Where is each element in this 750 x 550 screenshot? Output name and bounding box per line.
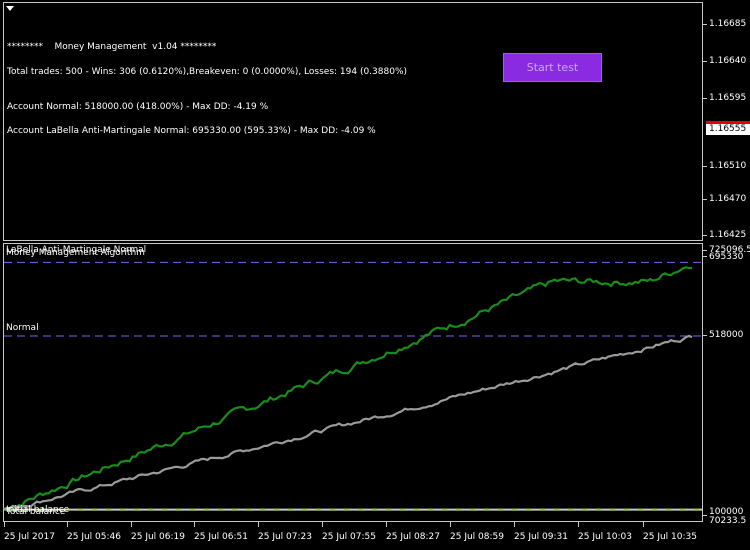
balance-marker xyxy=(134,508,139,511)
balance-marker xyxy=(400,508,405,511)
series-label-mm: Money Management Algorithm xyxy=(6,248,145,258)
time-label: 25 Jul 07:55 xyxy=(322,532,376,542)
balance-marker xyxy=(414,508,419,511)
balance-marker xyxy=(162,508,167,511)
balance-marker xyxy=(484,508,489,511)
balance-marker xyxy=(596,508,601,511)
balance-marker xyxy=(288,508,293,511)
time-tick xyxy=(578,522,579,527)
time-label: 25 Jul 06:19 xyxy=(131,532,185,542)
balance-marker xyxy=(204,508,209,511)
balance-marker xyxy=(428,508,433,511)
balance-marker xyxy=(568,508,573,511)
time-tick xyxy=(386,522,387,527)
time-tick xyxy=(67,522,68,527)
time-label: 25 Jul 10:03 xyxy=(578,532,632,542)
normal-equity-line xyxy=(3,334,693,510)
balance-marker xyxy=(176,508,181,511)
time-label: 25 Jul 05:46 xyxy=(67,532,121,542)
balance-marker xyxy=(316,508,321,511)
equity-tick xyxy=(703,256,707,257)
time-tick xyxy=(258,522,259,527)
labella-equity-line xyxy=(3,266,693,511)
balance-marker xyxy=(218,508,223,511)
time-tick xyxy=(4,522,5,527)
time-label: 25 Jul 10:35 xyxy=(643,532,697,542)
time-tick xyxy=(131,522,132,527)
balance-marker xyxy=(190,508,195,511)
equity-tick xyxy=(703,515,707,516)
balance-marker xyxy=(680,508,685,511)
balance-marker xyxy=(274,508,279,511)
balance-marker xyxy=(78,508,83,511)
balance-marker xyxy=(512,508,517,511)
balance-marker xyxy=(498,508,503,511)
series-label-normal: Normal xyxy=(6,323,39,333)
balance-marker xyxy=(92,508,97,511)
time-tick xyxy=(194,522,195,527)
equity-tick xyxy=(703,250,707,251)
balance-marker xyxy=(526,508,531,511)
time-tick xyxy=(514,522,515,527)
balance-marker xyxy=(232,508,237,511)
balance-marker xyxy=(302,508,307,511)
balance-marker xyxy=(442,508,447,511)
balance-marker xyxy=(246,508,251,511)
equity-tick xyxy=(703,335,707,336)
time-label: 25 Jul 2017 xyxy=(4,532,55,542)
time-label: 25 Jul 07:23 xyxy=(258,532,312,542)
balance-marker xyxy=(106,508,111,511)
equity-chart xyxy=(3,261,702,511)
balance-marker xyxy=(470,508,475,511)
time-label: 25 Jul 08:59 xyxy=(450,532,504,542)
equity-axis-label: 695330 xyxy=(709,252,744,262)
balance-marker xyxy=(582,508,587,511)
balance-marker xyxy=(540,508,545,511)
balance-marker xyxy=(554,508,559,511)
time-tick xyxy=(450,522,451,527)
balance-marker xyxy=(344,508,349,511)
balance-marker xyxy=(652,508,657,511)
equity-axis-label: 70233.5 xyxy=(709,516,747,526)
balance-marker xyxy=(386,508,391,511)
equity-axis-label: 518000 xyxy=(709,330,744,340)
time-label: 25 Jul 06:51 xyxy=(194,532,248,542)
series-label-total: Total balance xyxy=(6,507,66,517)
balance-marker xyxy=(456,508,461,511)
balance-marker xyxy=(624,508,629,511)
balance-marker xyxy=(610,508,615,511)
balance-marker xyxy=(260,508,265,511)
time-label: 25 Jul 09:31 xyxy=(514,532,568,542)
balance-marker xyxy=(666,508,671,511)
balance-marker xyxy=(148,508,153,511)
balance-marker xyxy=(330,508,335,511)
time-tick xyxy=(643,522,644,527)
balance-marker xyxy=(372,508,377,511)
time-label: 25 Jul 08:27 xyxy=(386,532,440,542)
balance-marker xyxy=(120,508,125,511)
balance-marker xyxy=(694,508,699,511)
balance-marker xyxy=(638,508,643,511)
time-tick xyxy=(322,522,323,527)
balance-marker xyxy=(358,508,363,511)
